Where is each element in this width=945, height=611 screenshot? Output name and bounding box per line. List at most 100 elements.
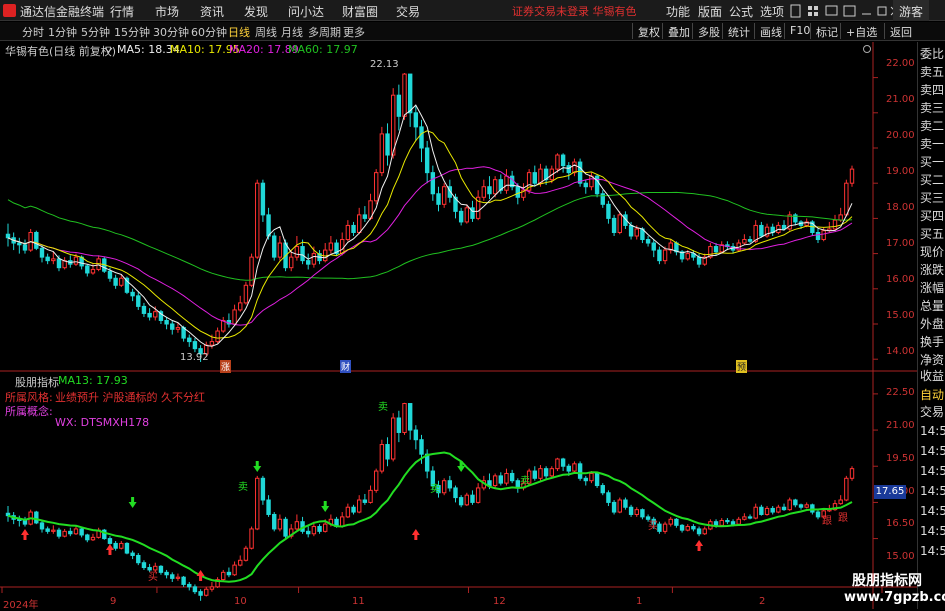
price-chart-title: 华锡有色(日线 前复权) (5, 45, 117, 58)
indicator-tick: 16.50 (886, 518, 915, 529)
indicator-bar (56, 529, 62, 537)
period-60min[interactable]: 60分钟 (191, 24, 227, 40)
candle (255, 182, 260, 258)
indicator-tick: 22.50 (886, 387, 915, 398)
menu-function[interactable]: 功能 (666, 3, 690, 20)
calculator-icon[interactable] (790, 4, 801, 18)
indicator-bar (306, 530, 311, 535)
window-controls (790, 4, 900, 18)
period-30min[interactable]: 30分钟 (153, 24, 189, 40)
indicator-tick: 15.00 (886, 551, 915, 562)
period-5min[interactable]: 5分钟 (81, 24, 110, 40)
indicator-bar (368, 489, 373, 503)
menu-options[interactable]: 选项 (760, 3, 784, 20)
candle (215, 330, 220, 343)
indicator-bar (447, 480, 453, 489)
date-label: 10 (234, 596, 247, 607)
tool-overlay[interactable]: 叠加 (662, 23, 695, 39)
menu-quotes[interactable]: 行情 (110, 3, 134, 20)
indicator-bar (849, 468, 855, 479)
date-label: 2 (759, 596, 766, 607)
candle (560, 154, 566, 167)
menu-trade[interactable]: 交易 (396, 3, 420, 20)
candle (832, 219, 838, 230)
restore-icon[interactable] (877, 6, 887, 16)
panel-label: 外盘 (920, 317, 945, 331)
indicator-bar (560, 458, 566, 467)
candle (340, 239, 345, 255)
event-marker[interactable]: 预 (736, 360, 748, 373)
indicator-bar (498, 475, 504, 484)
indicator-bar (804, 504, 809, 508)
menu-formula[interactable]: 公式 (729, 3, 753, 20)
candle (328, 242, 334, 251)
indicator-bar (385, 444, 390, 460)
tool-draw[interactable]: 画线 (754, 23, 787, 39)
candle (515, 186, 520, 198)
trade-time: 14:56 (920, 484, 945, 498)
panel-tab-trade[interactable]: 交易 (920, 403, 944, 420)
indicator-bar (815, 511, 821, 518)
indicator-bar (747, 516, 753, 519)
candle (441, 186, 447, 205)
event-marker[interactable]: 财 (340, 360, 352, 373)
date-label: 11 (352, 596, 365, 607)
settings-icon[interactable] (862, 44, 872, 54)
grid-icon[interactable] (808, 6, 818, 16)
tool-multistock[interactable]: 多股 (692, 23, 725, 39)
period-1min[interactable]: 1分钟 (48, 24, 77, 40)
tool-mark[interactable]: 标记 (810, 23, 843, 39)
indicator-bar (504, 472, 509, 484)
menu-news[interactable]: 资讯 (200, 3, 224, 20)
window-icon[interactable] (843, 5, 856, 17)
indicator-bar (838, 499, 843, 505)
panel-tab-auto[interactable]: 自动 (920, 386, 944, 403)
tool-stats[interactable]: 统计 (722, 23, 755, 39)
candle (311, 253, 317, 265)
signal-sell: 卖 (378, 402, 388, 413)
event-marker[interactable]: 涨 (220, 360, 232, 373)
period-multi[interactable]: 多周期 (308, 24, 341, 40)
message-icon[interactable] (825, 5, 838, 16)
tool-back[interactable]: 返回 (884, 23, 917, 39)
period-weekly[interactable]: 周线 (255, 24, 277, 40)
candle (130, 291, 135, 297)
indicator-bar (640, 509, 645, 518)
candle (249, 256, 254, 286)
period-daily[interactable]: 日线 (228, 24, 250, 40)
chart-canvas[interactable] (0, 42, 917, 609)
indicator-bar (725, 520, 730, 523)
panel-label: 现价 (920, 245, 945, 259)
period-more[interactable]: 更多 (343, 24, 365, 40)
indicator-bar (51, 529, 56, 532)
candle (356, 214, 362, 233)
indicator-bar (204, 588, 209, 596)
sell-arrow-icon (128, 497, 137, 508)
guest-button[interactable]: 游客 (893, 0, 930, 21)
candle (136, 295, 141, 307)
period-bar: 分时 1分钟 5分钟 15分钟 30分钟 60分钟 日线 周线 月线 多周期 更… (0, 22, 945, 41)
login-warning[interactable]: 证券交易未登录 华锡有色 (512, 3, 637, 19)
trade-time: 14:56 (920, 544, 945, 558)
period-timeshare[interactable]: 分时 (22, 24, 44, 40)
panel-label: 卖二 (920, 119, 945, 133)
tool-adjust[interactable]: 复权 (632, 23, 665, 39)
candle (492, 179, 498, 195)
period-15min[interactable]: 15分钟 (114, 24, 150, 40)
candle (407, 73, 413, 114)
indicator-bar (226, 571, 232, 576)
chevron-icon[interactable] (104, 45, 113, 54)
indicator-bar (702, 528, 707, 535)
menu-ask[interactable]: 问小达 (288, 3, 324, 20)
period-monthly[interactable]: 月线 (281, 24, 303, 40)
menu-discover[interactable]: 发现 (244, 3, 268, 20)
panel-label: 涨跌 (920, 263, 945, 277)
candle (107, 270, 113, 279)
trade-time: 14:56 (920, 424, 945, 438)
tool-add-watchlist[interactable]: +自选 (840, 23, 882, 39)
menu-market[interactable]: 市场 (155, 3, 179, 20)
indicator-bar (492, 475, 498, 487)
menu-layout[interactable]: 版面 (698, 3, 722, 20)
menu-wealth[interactable]: 财富圈 (342, 3, 378, 20)
candle (430, 172, 436, 195)
